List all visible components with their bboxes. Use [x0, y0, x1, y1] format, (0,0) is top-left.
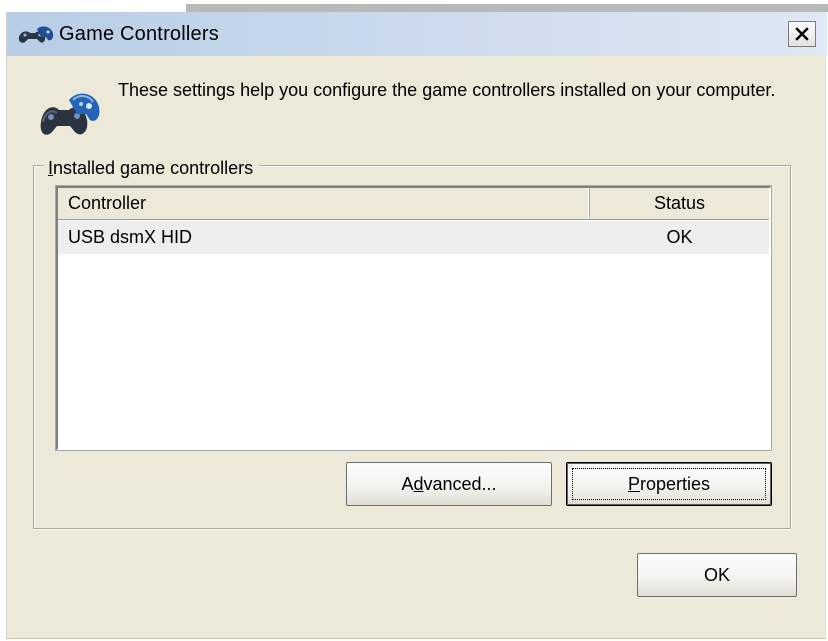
properties-button[interactable]: Properties	[566, 462, 772, 506]
controllers-list[interactable]: Controller Status USB dsmX HID OK	[55, 185, 772, 451]
window-title: Game Controllers	[59, 23, 219, 45]
column-header-status[interactable]: Status	[590, 188, 769, 219]
group-label: Installed game controllers	[44, 157, 260, 179]
advanced-label-post: vanced...	[423, 474, 497, 494]
controller-name-cell: USB dsmX HID	[68, 227, 193, 247]
gamepad-icon	[18, 26, 54, 43]
close-button[interactable]	[788, 21, 816, 47]
advanced-label-mnemonic: d	[413, 474, 424, 494]
advanced-button[interactable]: Advanced...	[346, 462, 552, 506]
background-strip	[186, 4, 828, 12]
group-label-text: nstalled game controllers	[53, 158, 254, 178]
column-header-controller[interactable]: Controller	[58, 188, 590, 219]
close-icon	[795, 27, 809, 41]
properties-label-post: roperties	[639, 474, 711, 494]
advanced-label-pre: A	[401, 474, 414, 494]
list-header: Controller Status	[58, 188, 769, 220]
ok-button[interactable]: OK	[637, 553, 797, 597]
table-row[interactable]: USB dsmX HID OK	[58, 221, 769, 254]
gamepad-icon	[40, 93, 100, 135]
intro-text: These settings help you configure the ga…	[118, 80, 776, 100]
controller-status-cell: OK	[666, 227, 693, 247]
properties-label-mnemonic: P	[627, 474, 640, 494]
title-bar[interactable]: Game Controllers	[7, 12, 827, 56]
